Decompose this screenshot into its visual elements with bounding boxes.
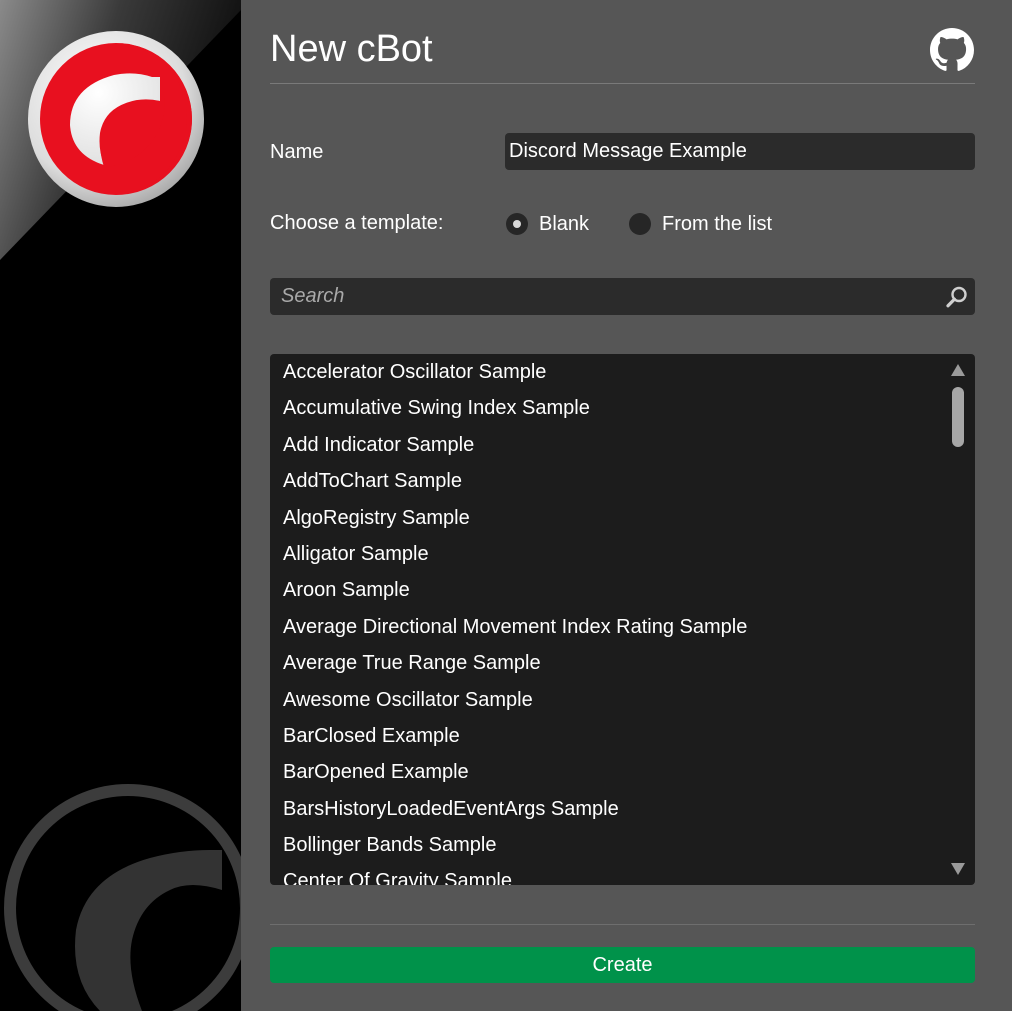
list-item[interactable]: Average Directional Movement Index Ratin…	[270, 615, 950, 651]
list-item[interactable]: Aroon Sample	[270, 578, 950, 614]
search-box	[270, 278, 975, 315]
list-item[interactable]: Add Indicator Sample	[270, 433, 950, 469]
template-radio-from-list[interactable]: From the list	[629, 212, 772, 236]
footer-divider	[270, 924, 975, 925]
list-item[interactable]: Bollinger Bands Sample	[270, 833, 950, 869]
radio-checked-icon[interactable]	[506, 213, 528, 235]
list-item[interactable]: Accelerator Oscillator Sample	[270, 360, 950, 396]
search-icon[interactable]	[945, 285, 969, 309]
scrollbar-thumb[interactable]	[952, 387, 964, 447]
ctrader-logo-icon	[28, 31, 204, 207]
template-label: Choose a template:	[270, 212, 444, 234]
brand-panel	[0, 0, 241, 1011]
list-item[interactable]: Accumulative Swing Index Sample	[270, 396, 950, 432]
new-cbot-window: New cBot Name Choose a template: Blank F…	[0, 0, 1012, 1011]
header-divider	[270, 83, 975, 84]
list-item[interactable]: AlgoRegistry Sample	[270, 506, 950, 542]
list-item[interactable]: Average True Range Sample	[270, 651, 950, 687]
list-item[interactable]: BarsHistoryLoadedEventArgs Sample	[270, 797, 950, 833]
create-button[interactable]: Create	[270, 947, 975, 983]
scroll-up-arrow-icon[interactable]	[951, 364, 965, 376]
radio-blank-label: Blank	[539, 212, 590, 235]
name-label: Name	[270, 141, 324, 163]
list-item[interactable]: BarClosed Example	[270, 724, 950, 760]
page-title: New cBot	[270, 28, 433, 70]
list-item[interactable]: Alligator Sample	[270, 542, 950, 578]
template-list-items: Accelerator Oscillator Sample Accumulati…	[270, 360, 950, 885]
list-item[interactable]: Center Of Gravity Sample	[270, 869, 950, 885]
list-item[interactable]: BarOpened Example	[270, 760, 950, 796]
name-input[interactable]	[505, 133, 975, 170]
search-input[interactable]	[270, 278, 930, 315]
ctrader-watermark-icon	[4, 784, 241, 1011]
radio-unchecked-icon[interactable]	[629, 213, 651, 235]
template-list[interactable]: Accelerator Oscillator Sample Accumulati…	[270, 354, 975, 885]
template-radio-blank[interactable]: Blank	[506, 212, 589, 236]
github-icon[interactable]	[930, 28, 974, 72]
list-item[interactable]: Awesome Oscillator Sample	[270, 688, 950, 724]
radio-from-list-label: From the list	[662, 212, 773, 235]
main-panel: New cBot Name Choose a template: Blank F…	[241, 0, 1012, 1011]
scroll-down-arrow-icon[interactable]	[951, 863, 965, 875]
list-item[interactable]: AddToChart Sample	[270, 469, 950, 505]
